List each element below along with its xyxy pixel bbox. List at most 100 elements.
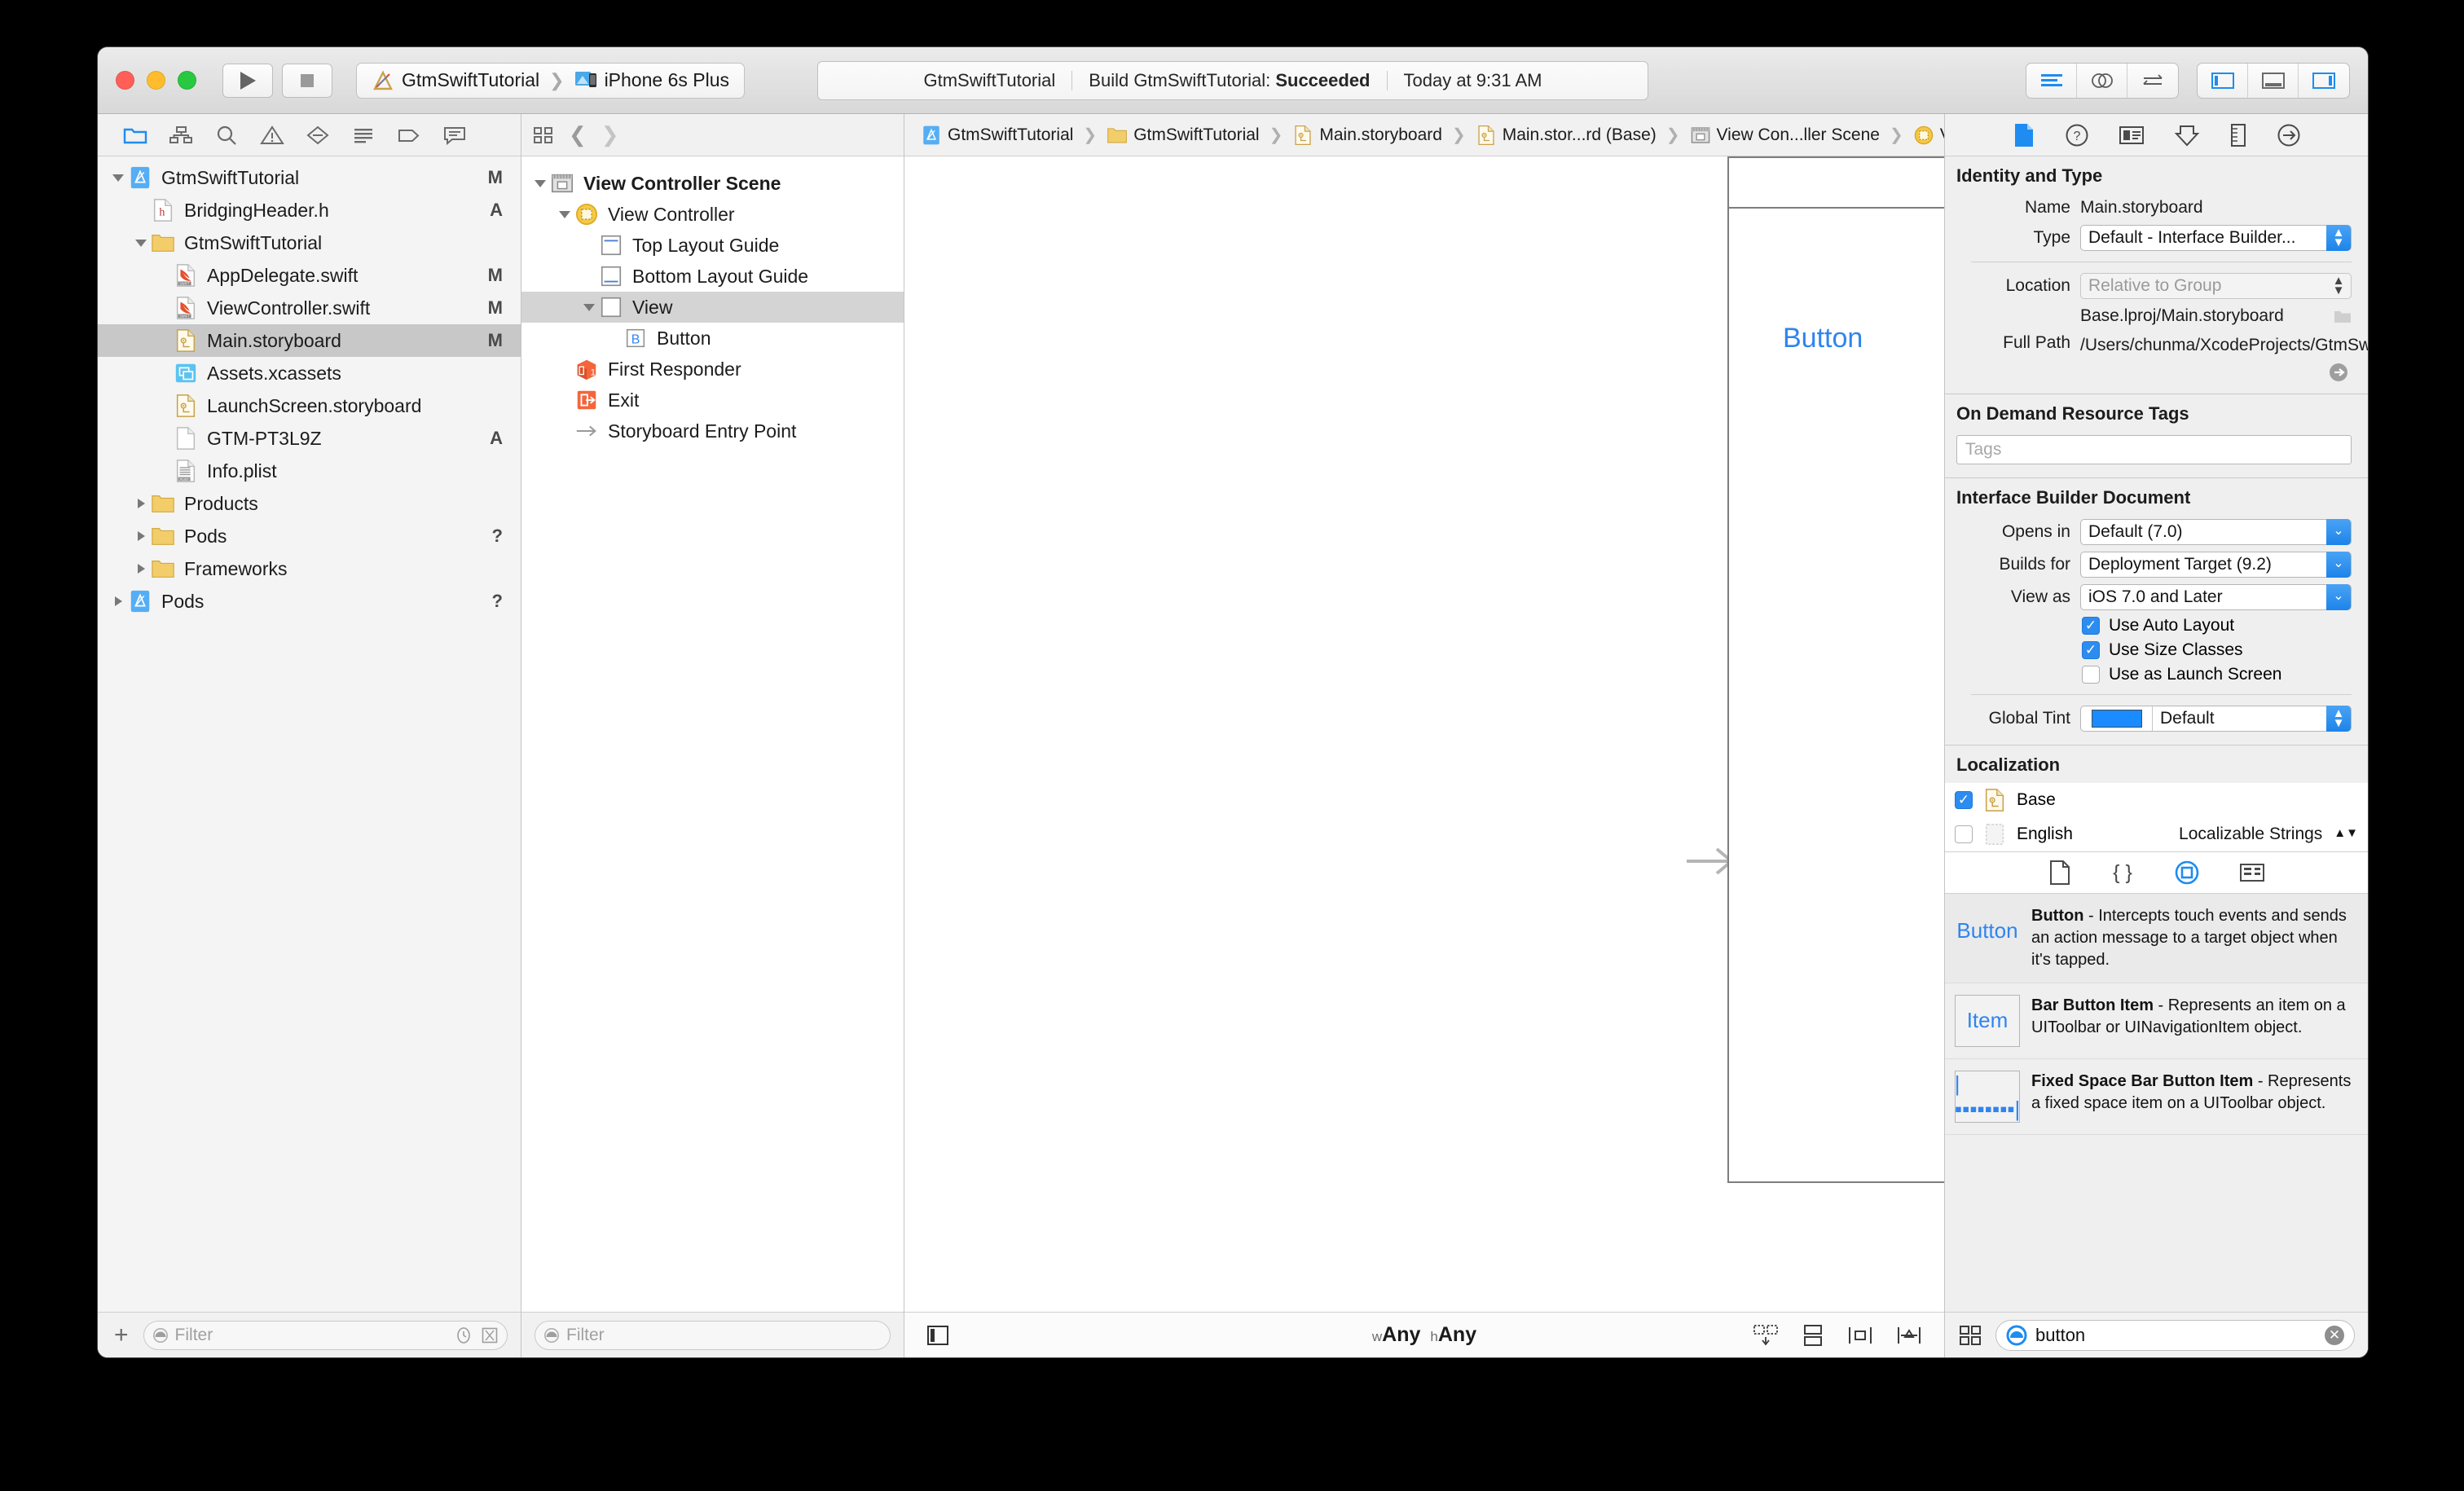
minimize-window-button[interactable]	[147, 71, 165, 90]
update-frames-icon[interactable]	[1752, 1322, 1780, 1348]
disclosure-triangle[interactable]	[132, 499, 150, 508]
use-as-launch-screen-row[interactable]: Use as Launch Screen	[1945, 662, 2368, 687]
size-inspector-icon[interactable]	[2229, 123, 2247, 147]
outline-row-view-controller[interactable]: View Controller	[521, 199, 904, 230]
media-library-icon[interactable]	[2239, 862, 2265, 883]
use-as-launch-screen-checkbox[interactable]	[2082, 665, 2100, 684]
outline-tree[interactable]: View Controller Scene View Controller To…	[521, 156, 904, 1312]
use-auto-layout-checkbox[interactable]	[2082, 616, 2100, 635]
attributes-inspector-icon[interactable]	[2277, 123, 2301, 147]
navigator-row-pods[interactable]: Pods?	[98, 585, 521, 618]
disclosure-triangle[interactable]	[132, 531, 150, 541]
navigator-row-appdelegate-swift[interactable]: SWIFT AppDelegate.swift M	[98, 259, 521, 292]
warning-icon[interactable]	[249, 120, 295, 151]
breadcrumb-item-view-con-ller-scene[interactable]: View Con...ller Scene	[1687, 125, 1883, 146]
size-class-indicator[interactable]: wAny hAny	[1372, 1323, 1476, 1347]
breadcrumb-item-gtmswifttutorial[interactable]: GtmSwiftTutorial	[917, 125, 1076, 146]
choose-folder-icon[interactable]	[2334, 308, 2352, 324]
disclosure-triangle[interactable]	[556, 210, 574, 218]
tag-icon[interactable]	[386, 120, 432, 151]
view-as-popup-button[interactable]: iOS 7.0 and Later ⌄	[2080, 583, 2352, 610]
navigator-row-assets-xcassets[interactable]: Assets.xcassets	[98, 357, 521, 389]
view-controller-canvas[interactable]: 1 Button	[1727, 156, 1944, 1183]
source-control-filter-icon[interactable]	[481, 1326, 499, 1344]
disclosure-triangle[interactable]	[132, 239, 150, 247]
report-icon[interactable]	[341, 120, 386, 151]
use-size-classes-row[interactable]: Use Size Classes	[1945, 638, 2368, 662]
connections-inspector-icon[interactable]	[2174, 123, 2200, 147]
opens-in-popup-button[interactable]: Default (7.0) ⌄	[2080, 518, 2352, 545]
navigator-row-main-storyboard[interactable]: Main.storyboard M	[98, 324, 521, 357]
disclosure-triangle[interactable]	[132, 564, 150, 574]
folder-icon[interactable]	[112, 120, 158, 151]
location-popup-button[interactable]: Relative to Group ▲ ▼	[2080, 273, 2352, 299]
library-item-fixed-space-bar-button-item[interactable]: |▪▪▪▪▪▪▪▪| Fixed Space Bar Button Item - …	[1945, 1059, 2368, 1135]
code-snippet-library-icon[interactable]: { }	[2110, 860, 2135, 885]
embed-in-stack-icon[interactable]	[1801, 1322, 1825, 1348]
identity-inspector-icon[interactable]	[2119, 125, 2145, 146]
assistant-editor-button[interactable]	[2077, 63, 2127, 98]
search-icon[interactable]	[204, 120, 249, 151]
align-icon[interactable]	[1846, 1322, 1874, 1348]
back-button[interactable]: ❮	[569, 122, 587, 147]
clear-search-icon[interactable]: ✕	[2325, 1325, 2344, 1345]
inspector-content[interactable]: Identity and Type Name Main.storyboard T…	[1945, 156, 2368, 1312]
tags-input[interactable]: Tags	[1956, 434, 2352, 464]
disclosure-triangle[interactable]	[109, 596, 127, 606]
localization-row-english[interactable]: English Localizable Strings ▲▼	[1945, 816, 2368, 851]
library-search-input[interactable]: button ✕	[1995, 1319, 2355, 1351]
standard-editor-button[interactable]	[2026, 63, 2077, 98]
outline-row-storyboard-entry-point[interactable]: Storyboard Entry Point	[521, 416, 904, 446]
type-popup-button[interactable]: Default - Interface Builder... ▲ ▼	[2080, 225, 2352, 251]
navigator-row-gtmswifttutorial[interactable]: GtmSwiftTutorial M	[98, 161, 521, 194]
pin-constraints-icon[interactable]	[1895, 1322, 1923, 1348]
sitemap-icon[interactable]	[158, 120, 204, 151]
outline-row-first-responder[interactable]: 1 First Responder	[521, 354, 904, 385]
add-item-button[interactable]: +	[111, 1322, 132, 1348]
canvas-button-element[interactable]: Button	[1783, 323, 1863, 354]
breadcrumb-item-main-stor-rd-base-[interactable]: Main.stor...rd (Base)	[1472, 125, 1660, 146]
file-template-library-icon[interactable]	[2048, 860, 2071, 886]
toggle-debug-area-button[interactable]	[2248, 63, 2299, 98]
navigator-row-gtmswifttutorial[interactable]: GtmSwiftTutorial	[98, 227, 521, 259]
comment-icon[interactable]	[432, 120, 477, 151]
toggle-navigator-button[interactable]	[2198, 63, 2248, 98]
outline-row-view-controller-scene[interactable]: View Controller Scene	[521, 168, 904, 199]
disclosure-triangle[interactable]	[109, 174, 127, 182]
global-tint-popup-button[interactable]: Default ▲ ▼	[2080, 705, 2352, 732]
breadcrumb-item-gtmswifttutorial[interactable]: GtmSwiftTutorial	[1103, 125, 1262, 146]
disclosure-triangle[interactable]	[580, 303, 598, 311]
library-item-button[interactable]: Button Button - Intercepts touch events a…	[1945, 893, 2368, 983]
navigator-filter-input[interactable]: Filter	[143, 1320, 508, 1350]
device-screen[interactable]: Button	[1729, 209, 1944, 1181]
builds-for-popup-button[interactable]: Deployment Target (9.2) ⌄	[2080, 551, 2352, 578]
outline-filter-input[interactable]: Filter	[535, 1320, 891, 1350]
canvas-scroll-area[interactable]: 1 Button	[904, 156, 1944, 1312]
breadcrumb-item-view-controller[interactable]: View Controller	[1910, 125, 1944, 146]
outline-row-view[interactable]: View	[521, 292, 904, 323]
navigator-row-info-plist[interactable]: PLIST Info.plist	[98, 455, 521, 487]
navigator-row-gtm-pt3l9z[interactable]: GTM-PT3L9Z A	[98, 422, 521, 455]
zoom-window-button[interactable]	[178, 71, 196, 90]
global-tint-swatch[interactable]	[2091, 709, 2142, 728]
toggle-outline-button[interactable]	[926, 1323, 950, 1348]
navigator-row-products[interactable]: Products	[98, 487, 521, 520]
version-editor-button[interactable]	[2127, 64, 2178, 98]
run-button[interactable]	[222, 63, 273, 98]
navigator-row-frameworks[interactable]: Frameworks	[98, 552, 521, 585]
outline-row-bottom-layout-guide[interactable]: Bottom Layout Guide	[521, 261, 904, 292]
object-library-list[interactable]: Button Button - Intercepts touch events a…	[1945, 893, 2368, 1135]
debug-icon[interactable]	[295, 120, 341, 151]
library-item-bar-button-item[interactable]: Item Bar Button Item - Represents an item…	[1945, 983, 2368, 1059]
object-library-icon[interactable]	[2174, 860, 2200, 886]
navigator-row-pods[interactable]: Pods?	[98, 520, 521, 552]
project-navigator-tree[interactable]: GtmSwiftTutorial M h BridgingHeader.h A GtmS…	[98, 156, 521, 1312]
outline-row-top-layout-guide[interactable]: Top Layout Guide	[521, 230, 904, 261]
disclosure-triangle[interactable]	[531, 179, 549, 187]
localization-type-popup[interactable]: Localizable Strings ▲▼	[2179, 825, 2358, 844]
forward-button[interactable]: ❯	[601, 122, 619, 147]
recent-files-icon[interactable]	[455, 1326, 473, 1344]
localization-checkbox[interactable]	[1955, 790, 1973, 809]
localization-checkbox[interactable]	[1955, 825, 1973, 843]
localization-row-base[interactable]: Base	[1945, 782, 2368, 817]
